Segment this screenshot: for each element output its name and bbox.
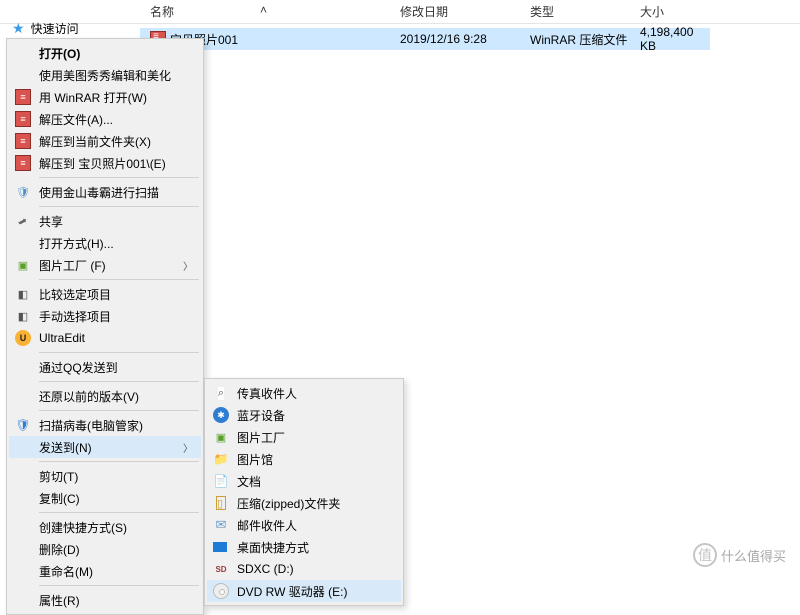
documents-icon: [213, 473, 229, 489]
separator: [39, 381, 199, 382]
watermark-icon: 值: [693, 543, 717, 567]
sendto-documents[interactable]: 文档: [207, 470, 401, 492]
star-icon: ★: [12, 20, 25, 37]
gallery-icon: [213, 451, 229, 467]
col-size[interactable]: 大小: [640, 3, 720, 20]
menu-qq-send[interactable]: 通过QQ发送到: [9, 356, 201, 378]
sidebar-quick-access[interactable]: ★ 快速访问: [12, 20, 79, 37]
menu-prev-versions[interactable]: 还原以前的版本(V): [9, 385, 201, 407]
menu-extract[interactable]: 解压文件(A)...: [9, 108, 201, 130]
watermark: 值 什么值得买: [693, 543, 786, 567]
sendto-desktop[interactable]: 桌面快捷方式: [207, 536, 401, 558]
menu-extract-named[interactable]: 解压到 宝贝照片001\(E): [9, 152, 201, 174]
duba-icon: [15, 184, 31, 200]
col-date[interactable]: 修改日期: [400, 3, 520, 20]
menu-shortcut[interactable]: 创建快捷方式(S): [9, 516, 201, 538]
menu-rename[interactable]: 重命名(M): [9, 560, 201, 582]
sendto-submenu: 传真收件人 蓝牙设备 图片工厂 图片馆 文档 压缩(zipped)文件夹 邮件收…: [204, 378, 404, 606]
ultraedit-icon: [15, 330, 31, 346]
sendto-zip[interactable]: 压缩(zipped)文件夹: [207, 492, 401, 514]
menu-extract-here[interactable]: 解压到当前文件夹(X): [9, 130, 201, 152]
compare-icon: [15, 286, 31, 302]
separator: [39, 585, 199, 586]
share-icon: [15, 213, 31, 229]
col-type[interactable]: 类型: [530, 3, 630, 20]
file-size: 4,198,400 KB: [640, 25, 710, 53]
sendto-pic-factory[interactable]: 图片工厂: [207, 426, 401, 448]
desktop-icon: [213, 542, 227, 552]
winrar-icon: [15, 111, 31, 127]
menu-compare[interactable]: 比较选定项目: [9, 283, 201, 305]
pic-factory-icon: [213, 429, 229, 445]
separator: [39, 206, 199, 207]
sendto-mail[interactable]: 邮件收件人: [207, 514, 401, 536]
quick-access-label: 快速访问: [31, 20, 79, 37]
mail-icon: [213, 517, 229, 533]
sendto-sdxc[interactable]: SDXC (D:): [207, 558, 401, 580]
separator: [39, 352, 199, 353]
separator: [39, 410, 199, 411]
winrar-icon: [15, 89, 31, 105]
menu-share[interactable]: 共享: [9, 210, 201, 232]
dvd-icon: [213, 583, 229, 599]
zip-icon: [213, 495, 229, 511]
menu-cut[interactable]: 剪切(T): [9, 465, 201, 487]
shield-icon: [15, 417, 31, 433]
chevron-right-icon: 〉: [183, 258, 193, 273]
menu-duba-scan[interactable]: 使用金山毒霸进行扫描: [9, 181, 201, 203]
winrar-icon: [15, 133, 31, 149]
file-date: 2019/12/16 9:28: [400, 32, 487, 46]
menu-open[interactable]: 打开(O): [9, 42, 201, 64]
winrar-icon: [15, 155, 31, 171]
pic-factory-icon: [15, 257, 31, 273]
separator: [39, 512, 199, 513]
watermark-text: 什么值得买: [721, 546, 786, 565]
separator: [39, 279, 199, 280]
context-menu: 打开(O) 使用美图秀秀编辑和美化 用 WinRAR 打开(W) 解压文件(A)…: [6, 38, 204, 615]
menu-manual-select[interactable]: 手动选择项目: [9, 305, 201, 327]
sendto-pic-gallery[interactable]: 图片馆: [207, 448, 401, 470]
sort-indicator-icon: ˄: [260, 3, 267, 17]
menu-send-to[interactable]: 发送到(N)〉: [9, 436, 201, 458]
sendto-fax[interactable]: 传真收件人: [207, 382, 401, 404]
separator: [39, 461, 199, 462]
menu-open-with[interactable]: 打开方式(H)...: [9, 232, 201, 254]
menu-ultraedit[interactable]: UltraEdit: [9, 327, 201, 349]
file-type: WinRAR 压缩文件: [530, 31, 627, 48]
bluetooth-icon: [213, 407, 229, 423]
menu-properties[interactable]: 属性(R): [9, 589, 201, 611]
sendto-dvd[interactable]: DVD RW 驱动器 (E:): [207, 580, 401, 602]
column-header-row: 名称 ˄ 修改日期 类型 大小: [0, 0, 800, 24]
menu-meitu[interactable]: 使用美图秀秀编辑和美化: [9, 64, 201, 86]
sendto-bluetooth[interactable]: 蓝牙设备: [207, 404, 401, 426]
menu-copy[interactable]: 复制(C): [9, 487, 201, 509]
menu-pic-factory[interactable]: 图片工厂 (F)〉: [9, 254, 201, 276]
menu-virus-scan[interactable]: 扫描病毒(电脑管家): [9, 414, 201, 436]
chevron-right-icon: 〉: [183, 440, 193, 455]
fax-icon: [213, 385, 229, 401]
menu-delete[interactable]: 删除(D): [9, 538, 201, 560]
file-row[interactable]: 宝贝照片001 2019/12/16 9:28 WinRAR 压缩文件 4,19…: [140, 28, 710, 50]
separator: [39, 177, 199, 178]
menu-winrar-open[interactable]: 用 WinRAR 打开(W): [9, 86, 201, 108]
select-icon: [15, 308, 31, 324]
col-name[interactable]: 名称: [150, 3, 400, 20]
